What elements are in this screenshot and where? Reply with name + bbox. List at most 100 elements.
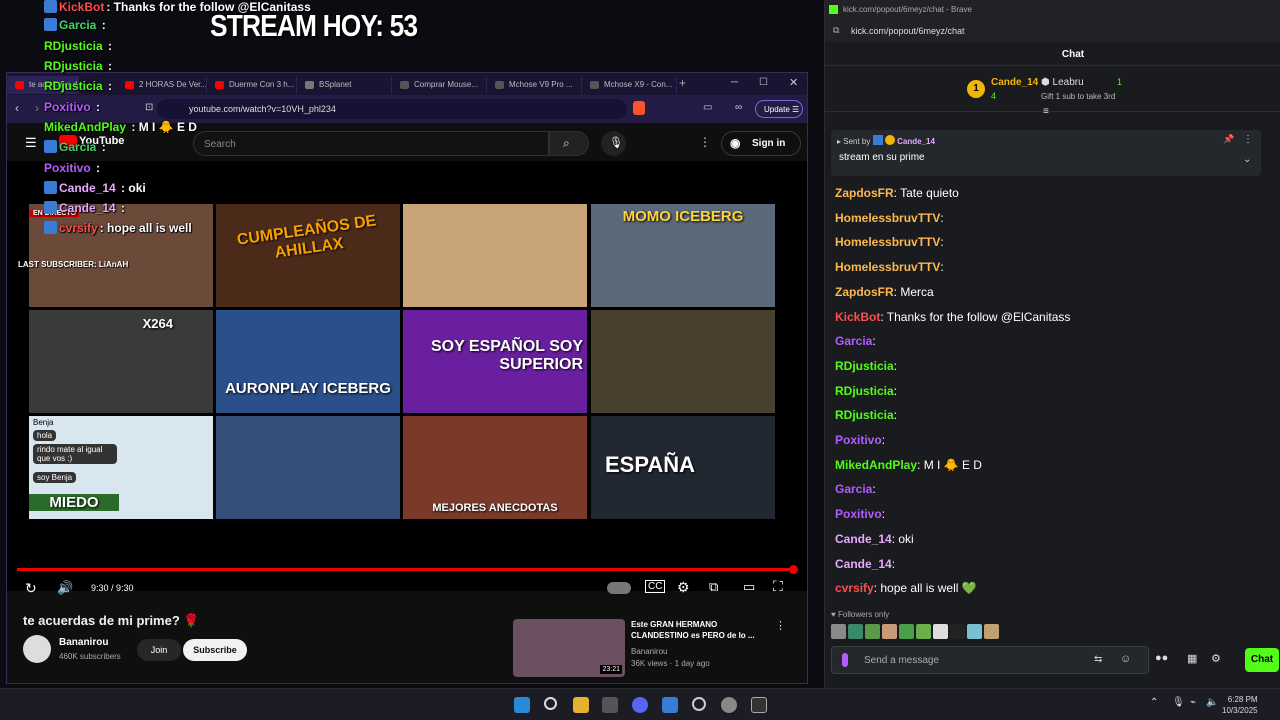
settings-icon[interactable]: ⚙	[677, 579, 690, 596]
video-thumbnail[interactable]: X264	[29, 310, 213, 413]
leader-2[interactable]: ⬢ Leabru	[1041, 77, 1084, 88]
settings-icon[interactable]: ⚙	[1211, 652, 1221, 665]
emote[interactable]	[933, 624, 948, 639]
join-button[interactable]: Join	[137, 639, 181, 661]
leader-1-name[interactable]: Cande_14	[991, 77, 1038, 88]
subscribe-button[interactable]: Subscribe	[183, 639, 247, 661]
browser-tab[interactable]: Mchose V9 Pro ...	[487, 76, 582, 94]
chat-username[interactable]: Poxitivo	[835, 433, 882, 447]
maximize-icon[interactable]: ☐	[759, 77, 768, 88]
gift-icon[interactable]: ▦	[1187, 652, 1197, 665]
translate-icon[interactable]: ⇆	[1094, 654, 1102, 665]
send-chat-button[interactable]: Chat	[1245, 648, 1279, 672]
file-explorer-icon[interactable]	[573, 697, 589, 713]
sidebar-icon[interactable]: ▭	[703, 102, 712, 113]
video-thumbnail[interactable]: EN DIRECTO	[29, 204, 213, 307]
video-thumbnail[interactable]: MEJORES ANECDOTAS	[403, 416, 587, 519]
channel-avatar[interactable]	[23, 635, 51, 663]
video-thumbnail[interactable]: Benja hola rindo mate al igual que vos :…	[29, 416, 213, 519]
emote[interactable]	[831, 624, 846, 639]
video-thumbnail[interactable]	[403, 204, 587, 307]
search-input[interactable]: Search	[193, 131, 549, 156]
wallet-icon[interactable]: ∞	[735, 102, 742, 113]
kick-url-bar[interactable]: ⧉ kick.com/popout/6meyz/chat	[825, 20, 1280, 42]
pin-icon[interactable]: 📌	[1223, 134, 1234, 145]
video-thumbnail[interactable]: AURONPLAY ICEBERG	[216, 310, 400, 413]
emoji-icon[interactable]: ☺	[1120, 653, 1131, 665]
video-thumbnail[interactable]: CUMPLEAÑOS DE AHILLAX	[216, 204, 400, 307]
progress-bar[interactable]	[17, 568, 797, 571]
volume-icon[interactable]: 🔊	[57, 580, 73, 596]
forward-icon[interactable]: ›	[35, 101, 39, 115]
volume-icon[interactable]: 🔈	[1206, 697, 1218, 708]
video-thumbnail[interactable]	[591, 310, 775, 413]
mic-button[interactable]: 🎙	[601, 131, 626, 156]
chevron-up-icon[interactable]: ⌃	[1150, 697, 1158, 708]
chat-username[interactable]: Cande_14	[835, 532, 892, 546]
more-options-icon[interactable]: ⋮	[1243, 134, 1253, 145]
chat-username[interactable]: HomelessbruvTTV	[835, 260, 940, 274]
collapse-icon[interactable]: ≡	[1043, 106, 1049, 117]
store-icon[interactable]	[602, 697, 618, 713]
mic-icon[interactable]: 🎙	[1172, 697, 1185, 708]
epic-games-icon[interactable]	[751, 697, 767, 713]
start-icon[interactable]	[514, 697, 530, 713]
captions-icon[interactable]: CC	[645, 580, 666, 593]
app-icon[interactable]	[662, 697, 678, 713]
new-tab-icon[interactable]: +	[679, 76, 686, 90]
gift-sub-prompt[interactable]: Gift 1 sub to take 3rd	[1041, 92, 1115, 101]
back-icon[interactable]: ‹	[15, 101, 19, 115]
autoplay-toggle[interactable]	[607, 582, 631, 594]
clock[interactable]: 6:28 PM 10/3/2025	[1222, 694, 1258, 716]
chat-username[interactable]: KickBot	[835, 310, 880, 324]
chat-input[interactable]: Send a message ⇆ ☺	[831, 646, 1149, 674]
replay-icon[interactable]: ↻	[25, 580, 37, 597]
emote[interactable]	[984, 624, 999, 639]
chat-username[interactable]: Garcia	[835, 482, 872, 496]
update-button[interactable]: Update ☰	[755, 100, 803, 118]
app-icon[interactable]	[692, 697, 706, 711]
theater-icon[interactable]: ▭	[743, 579, 755, 595]
points-icon[interactable]: ●●	[1155, 652, 1168, 664]
video-thumbnail[interactable]: ESPAÑA	[591, 416, 775, 519]
chat-username[interactable]: RDjusticia	[835, 384, 894, 398]
search-icon[interactable]	[544, 697, 557, 710]
browser-tab[interactable]: Mchose X9 - Con...	[582, 76, 677, 94]
video-thumbnail[interactable]: SOY ESPAÑOL SOY SUPERIOR	[403, 310, 587, 413]
chat-username[interactable]: HomelessbruvTTV	[835, 211, 940, 225]
emote[interactable]	[848, 624, 863, 639]
browser-tab[interactable]: 2 HORAS De Ver...	[117, 76, 207, 94]
chat-username[interactable]: ZapdosFR	[835, 186, 894, 200]
fullscreen-icon[interactable]: ⛶	[773, 578, 783, 595]
search-button[interactable]: ⌕	[549, 131, 589, 156]
chat-username[interactable]: HomelessbruvTTV	[835, 235, 940, 249]
network-icon[interactable]: ⌁	[1190, 697, 1196, 708]
discord-icon[interactable]	[632, 697, 648, 713]
browser-tab[interactable]: Duerme Con 3 h...	[207, 76, 297, 94]
channel-name[interactable]: Bananirou	[59, 637, 108, 648]
more-options-icon[interactable]: ⋮	[699, 135, 711, 149]
app-icon[interactable]	[721, 697, 737, 713]
emote[interactable]	[916, 624, 931, 639]
chat-username[interactable]: RDjusticia	[835, 408, 894, 422]
chat-username[interactable]: RDjusticia	[835, 359, 894, 373]
emote[interactable]	[967, 624, 982, 639]
recommended-video[interactable]: 23:21 Este GRAN HERMANO CLANDESTINO es P…	[513, 617, 793, 677]
bookmark-icon[interactable]: ⊡	[145, 102, 153, 113]
emote[interactable]	[882, 624, 897, 639]
chat-username[interactable]: Cande_14	[835, 557, 892, 571]
chat-username[interactable]: Garcia	[835, 334, 872, 348]
close-icon[interactable]: ✕	[789, 76, 798, 89]
browser-tab[interactable]: BSplanet	[297, 76, 392, 94]
miniplayer-icon[interactable]: ⧉	[709, 579, 718, 595]
chat-username[interactable]: Poxitivo	[835, 507, 882, 521]
emote[interactable]	[865, 624, 880, 639]
more-options-icon[interactable]: ⋮	[775, 619, 786, 632]
sign-in-button[interactable]: ◉ Sign in	[721, 131, 801, 156]
minimize-icon[interactable]: ─	[731, 77, 738, 88]
emote[interactable]	[899, 624, 914, 639]
chevron-down-icon[interactable]: ⌄	[1243, 154, 1251, 165]
chat-username[interactable]: cvrsify	[835, 581, 874, 595]
chat-username[interactable]: ZapdosFR	[835, 285, 894, 299]
video-thumbnail[interactable]: MOMO ICEBERG	[591, 204, 775, 307]
